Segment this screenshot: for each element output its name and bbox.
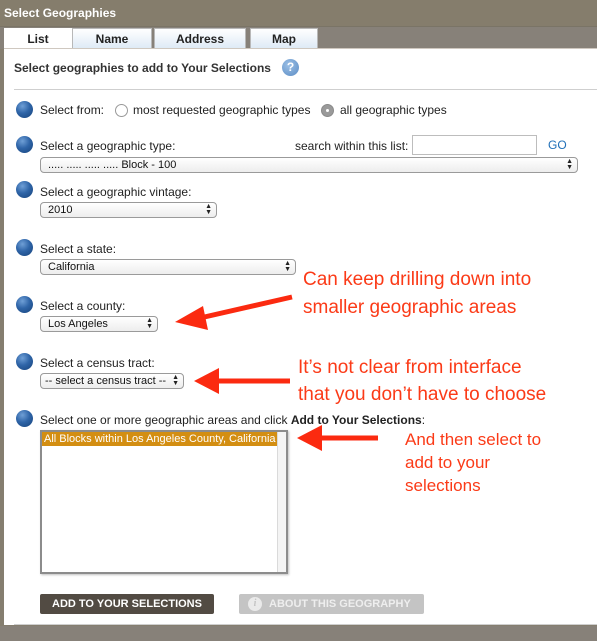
- annotation-select-line2: add to your: [405, 453, 491, 472]
- arrow-to-listbox-icon: [297, 425, 378, 451]
- annotation-tract-line2: that you don’t have to choose: [298, 384, 547, 405]
- annotation-tract-line1: It’s not clear from interface: [298, 357, 522, 378]
- annotation-select-line1: And then select to: [405, 430, 542, 449]
- annotation-arrows: [175, 294, 378, 451]
- arrow-to-county-icon: [175, 294, 293, 330]
- annotation-select-line3: selections: [405, 476, 481, 495]
- arrow-to-tract-icon: [194, 368, 290, 394]
- annotation-drill-line2: smaller geographic areas: [303, 297, 517, 318]
- annotation-drill-line1: Can keep drilling down into: [303, 269, 532, 290]
